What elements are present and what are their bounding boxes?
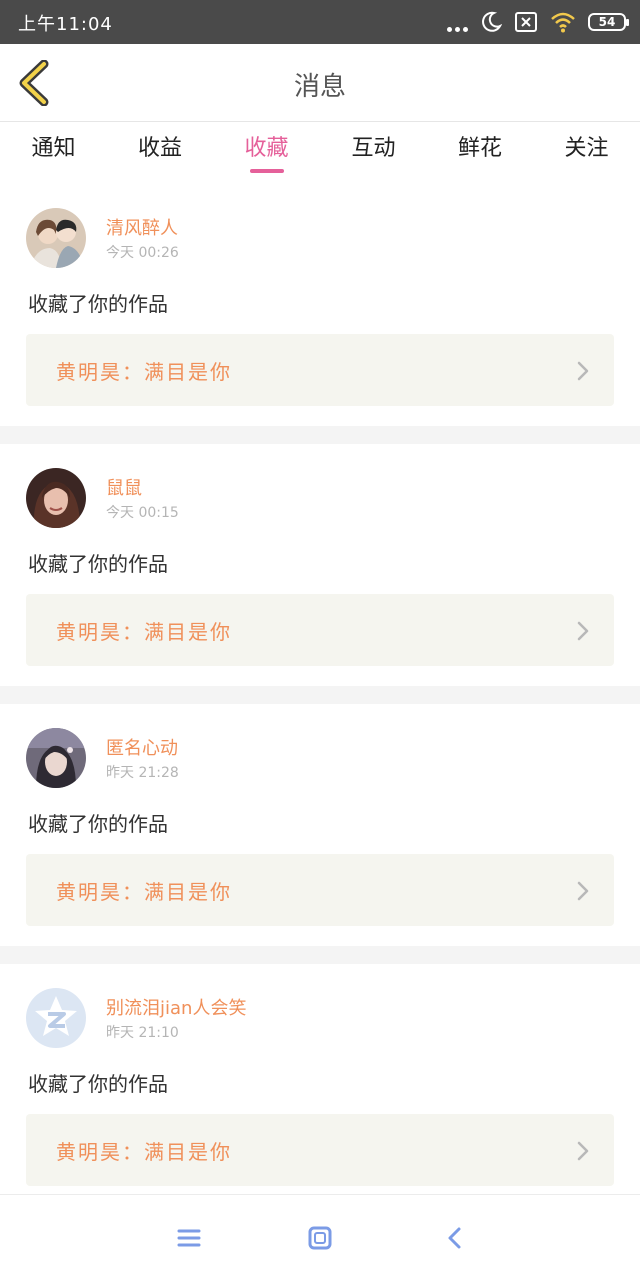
page-title: 消息 xyxy=(293,72,346,102)
action-text: 收藏了你的作品 xyxy=(28,1072,168,1096)
chevron-right-icon xyxy=(577,361,589,381)
list-item: 鼠鼠 今天 00:15 收藏了你的作品 黄明昊：满目是你 xyxy=(0,444,640,704)
username[interactable]: 清风醉人 xyxy=(106,214,178,240)
tab-label: 收益 xyxy=(137,136,182,161)
work-link[interactable]: 黄明昊：满目是你 xyxy=(26,1114,614,1186)
no-sim-icon xyxy=(515,12,537,32)
avatar[interactable] xyxy=(26,208,86,268)
tab-label: 收藏 xyxy=(244,136,289,161)
tab-label: 通知 xyxy=(31,136,76,161)
header: 消息 xyxy=(0,44,640,122)
timestamp: 昨天 21:28 xyxy=(106,765,179,781)
avatar[interactable] xyxy=(26,988,86,1048)
timestamp: 昨天 21:10 xyxy=(106,1025,179,1041)
status-icons: 54 xyxy=(447,8,629,36)
chevron-right-icon xyxy=(577,621,589,641)
timestamp: 今天 00:26 xyxy=(106,245,179,261)
action-text: 收藏了你的作品 xyxy=(28,812,168,836)
tab-bar: 通知 收益 收藏 互动 鲜花 关注 xyxy=(0,122,640,180)
work-link[interactable]: 黄明昊：满目是你 xyxy=(26,594,614,666)
more-dots-icon xyxy=(447,12,468,32)
tab-label: 鲜花 xyxy=(457,136,502,161)
tab-label: 关注 xyxy=(564,136,609,161)
system-nav-bar xyxy=(0,1194,640,1280)
back-icon[interactable] xyxy=(440,1223,470,1253)
active-tab-indicator xyxy=(249,169,284,173)
work-title: 黄明昊：满目是你 xyxy=(56,360,232,384)
action-text: 收藏了你的作品 xyxy=(28,552,168,576)
tab-notifications[interactable]: 通知 xyxy=(0,122,107,180)
chevron-right-icon xyxy=(577,1141,589,1161)
action-text: 收藏了你的作品 xyxy=(28,292,168,316)
moon-icon xyxy=(482,11,502,32)
favorites-list: 清风醉人 今天 00:26 收藏了你的作品 黄明昊：满目是你 鼠鼠 今天 00:… xyxy=(0,184,640,1224)
status-time: 上午11:04 xyxy=(18,14,113,35)
avatar[interactable] xyxy=(26,728,86,788)
username[interactable]: 别流泪jian人会笑 xyxy=(106,994,246,1020)
menu-icon[interactable] xyxy=(174,1223,204,1253)
timestamp: 今天 00:15 xyxy=(106,505,179,521)
work-title: 黄明昊：满目是你 xyxy=(56,620,232,644)
work-link[interactable]: 黄明昊：满目是你 xyxy=(26,854,614,926)
home-icon[interactable] xyxy=(305,1223,335,1253)
tab-label: 互动 xyxy=(351,136,396,161)
chevron-right-icon xyxy=(577,881,589,901)
avatar[interactable] xyxy=(26,468,86,528)
tab-favorites[interactable]: 收藏 xyxy=(213,122,320,180)
username[interactable]: 鼠鼠 xyxy=(106,474,142,500)
battery-indicator: 54 xyxy=(588,13,629,31)
tab-follows[interactable]: 关注 xyxy=(533,122,640,180)
work-title: 黄明昊：满目是你 xyxy=(56,1140,232,1164)
list-item: 清风醉人 今天 00:26 收藏了你的作品 黄明昊：满目是你 xyxy=(0,184,640,444)
work-title: 黄明昊：满目是你 xyxy=(56,880,232,904)
status-bar: 上午11:04 54 xyxy=(0,0,640,44)
list-item: 别流泪jian人会笑 昨天 21:10 收藏了你的作品 黄明昊：满目是你 xyxy=(0,964,640,1224)
tab-interactions[interactable]: 互动 xyxy=(320,122,427,180)
username[interactable]: 匿名心动 xyxy=(106,734,178,760)
wifi-icon xyxy=(551,12,575,33)
work-link[interactable]: 黄明昊：满目是你 xyxy=(26,334,614,406)
list-item: 匿名心动 昨天 21:28 收藏了你的作品 黄明昊：满目是你 xyxy=(0,704,640,964)
tab-flowers[interactable]: 鲜花 xyxy=(427,122,533,180)
tab-earnings[interactable]: 收益 xyxy=(107,122,213,180)
